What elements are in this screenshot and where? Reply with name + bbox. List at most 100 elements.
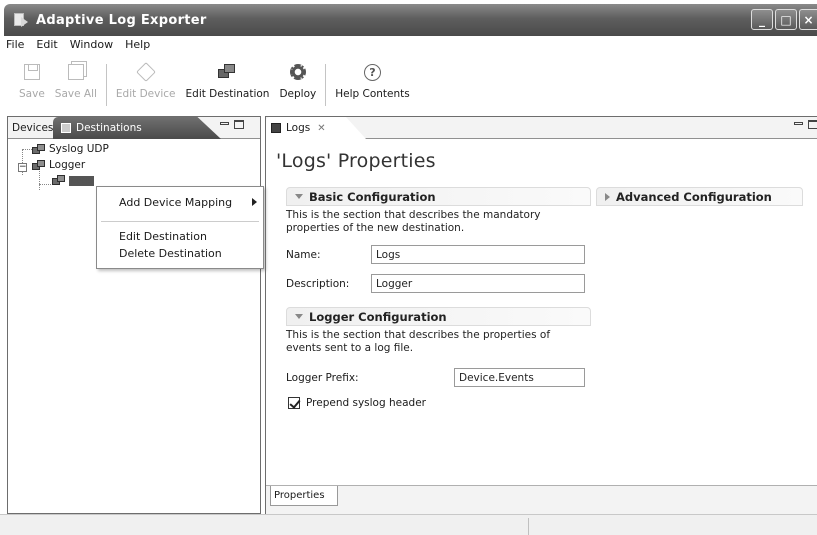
description-line: This is the section that describes the m… [286, 209, 541, 221]
help-contents-button[interactable]: ? Help Contents [330, 62, 415, 106]
view-tabbar: Devices Destinations [8, 117, 260, 139]
tab-logs[interactable]: Logs ✕ [266, 117, 366, 139]
destinations-tab-icon [61, 123, 71, 133]
name-label: Name: [286, 249, 321, 261]
description-label: Description: [286, 278, 350, 290]
save-label: Save [19, 88, 45, 100]
window-controls: _ □ × [751, 9, 817, 30]
editor-bottom-tabbar: Properties [266, 485, 817, 514]
advanced-configuration-header[interactable]: Advanced Configuration [596, 187, 803, 206]
prepend-syslog-label: Prepend syslog header [306, 397, 426, 409]
tree-item-label: Logger [49, 159, 86, 171]
expanded-twistie-icon [295, 314, 303, 319]
logger-prefix-field[interactable] [454, 368, 585, 387]
menu-window[interactable]: Window [70, 38, 113, 54]
close-tab-icon[interactable]: ✕ [317, 123, 325, 134]
edit-device-label: Edit Device [115, 88, 176, 100]
tree-connector [22, 149, 32, 150]
tree-connector [39, 184, 51, 185]
section-title: Logger Configuration [309, 309, 447, 324]
edit-device-button[interactable]: Edit Device [111, 62, 181, 106]
minimize-button[interactable]: _ [751, 9, 773, 30]
tab-logs-label: Logs [286, 122, 311, 134]
logger-prefix-label: Logger Prefix: [286, 372, 359, 384]
tree-item-logger[interactable]: Logger [32, 159, 85, 171]
logger-description: This is the section that describes the p… [286, 329, 550, 355]
description-line: properties of the new destination. [286, 222, 465, 234]
toolbar-separator [105, 64, 107, 106]
menu-bar: File Edit Window Help [4, 38, 150, 54]
view-controls [220, 120, 244, 129]
basic-configuration-header[interactable]: Basic Configuration [286, 187, 591, 206]
maximize-button[interactable]: □ [775, 9, 797, 30]
document-icon [271, 123, 281, 133]
page-title: 'Logs' Properties [276, 150, 436, 172]
name-field[interactable] [371, 245, 585, 264]
menu-help[interactable]: Help [125, 38, 150, 54]
deploy-gear-icon [287, 62, 309, 82]
basic-description: This is the section that describes the m… [286, 209, 541, 235]
expanded-twistie-icon [295, 194, 303, 199]
toolbar: Save Save All Edit Device Edit Destinati… [14, 62, 415, 108]
menu-item-label: Edit Destination [119, 229, 207, 243]
edit-destination-button[interactable]: Edit Destination [181, 62, 275, 106]
help-contents-label: Help Contents [335, 88, 410, 100]
floppy-icon [21, 62, 43, 82]
menu-file[interactable]: File [6, 38, 24, 54]
collapsed-twistie-icon [605, 192, 610, 201]
help-icon: ? [361, 62, 383, 82]
device-icon [135, 62, 157, 82]
editor-tabbar: Logs ✕ [266, 117, 817, 139]
destination-node-icon [32, 159, 46, 171]
submenu-arrow-icon [252, 198, 257, 206]
destination-node-icon [32, 143, 46, 155]
tree-item-label-selected: Logs [69, 175, 94, 186]
save-all-label: Save All [54, 88, 97, 100]
edit-destination-label: Edit Destination [185, 88, 270, 100]
tab-destinations-label: Destinations [76, 122, 142, 134]
description-line: This is the section that describes the p… [286, 329, 551, 341]
save-button[interactable]: Save [14, 62, 50, 106]
menu-item-label: Delete Destination [119, 246, 222, 260]
app-icon [12, 12, 30, 28]
section-title: Basic Configuration [309, 189, 436, 204]
floppy-stack-icon [65, 62, 87, 82]
tab-destinations[interactable]: Destinations [53, 117, 221, 139]
window-titlebar: Adaptive Log Exporter _ □ × [4, 4, 817, 36]
editor-view-controls [794, 120, 817, 129]
tree-item-logs[interactable]: Logs [52, 175, 94, 186]
tree-item-syslog-udp[interactable]: Syslog UDP [32, 143, 109, 155]
section-title: Advanced Configuration [616, 189, 772, 204]
properties-editor: Logs ✕ 'Logs' Properties Basic Configura… [265, 116, 817, 514]
close-button[interactable]: × [799, 9, 817, 30]
add-device-mapping-item[interactable]: Add Device Mapping [97, 193, 263, 211]
maximize-view-icon[interactable] [808, 120, 817, 129]
status-divider [528, 518, 529, 535]
minimize-view-icon[interactable] [220, 122, 229, 125]
tab-devices[interactable]: Devices [8, 118, 57, 138]
window-title: Adaptive Log Exporter [36, 12, 207, 28]
save-all-button[interactable]: Save All [50, 62, 102, 106]
deploy-label: Deploy [279, 88, 317, 100]
logger-configuration-header[interactable]: Logger Configuration [286, 307, 591, 326]
menu-separator [101, 221, 259, 222]
status-bar [0, 514, 817, 535]
toolbar-separator [325, 64, 327, 106]
destination-icon [216, 62, 238, 82]
menu-item-label: Add Device Mapping [119, 195, 233, 209]
description-line: events sent to a log file. [286, 342, 414, 354]
edit-destination-item[interactable]: Edit Destination [97, 227, 263, 245]
destination-node-icon [52, 175, 66, 186]
prepend-syslog-checkbox[interactable] [288, 397, 300, 409]
menu-edit[interactable]: Edit [36, 38, 57, 54]
maximize-view-icon[interactable] [234, 120, 244, 129]
tree-item-label: Syslog UDP [49, 143, 109, 155]
context-menu: Add Device Mapping Edit Destination Dele… [96, 186, 264, 269]
tab-properties[interactable]: Properties [270, 486, 338, 506]
minimize-view-icon[interactable] [794, 122, 803, 125]
delete-destination-item[interactable]: Delete Destination [97, 244, 263, 262]
collapse-icon[interactable]: − [18, 163, 27, 172]
description-field[interactable] [371, 274, 585, 293]
deploy-button[interactable]: Deploy [274, 62, 321, 106]
destinations-view: Devices Destinations Syslog UDP − Logger… [7, 116, 261, 514]
